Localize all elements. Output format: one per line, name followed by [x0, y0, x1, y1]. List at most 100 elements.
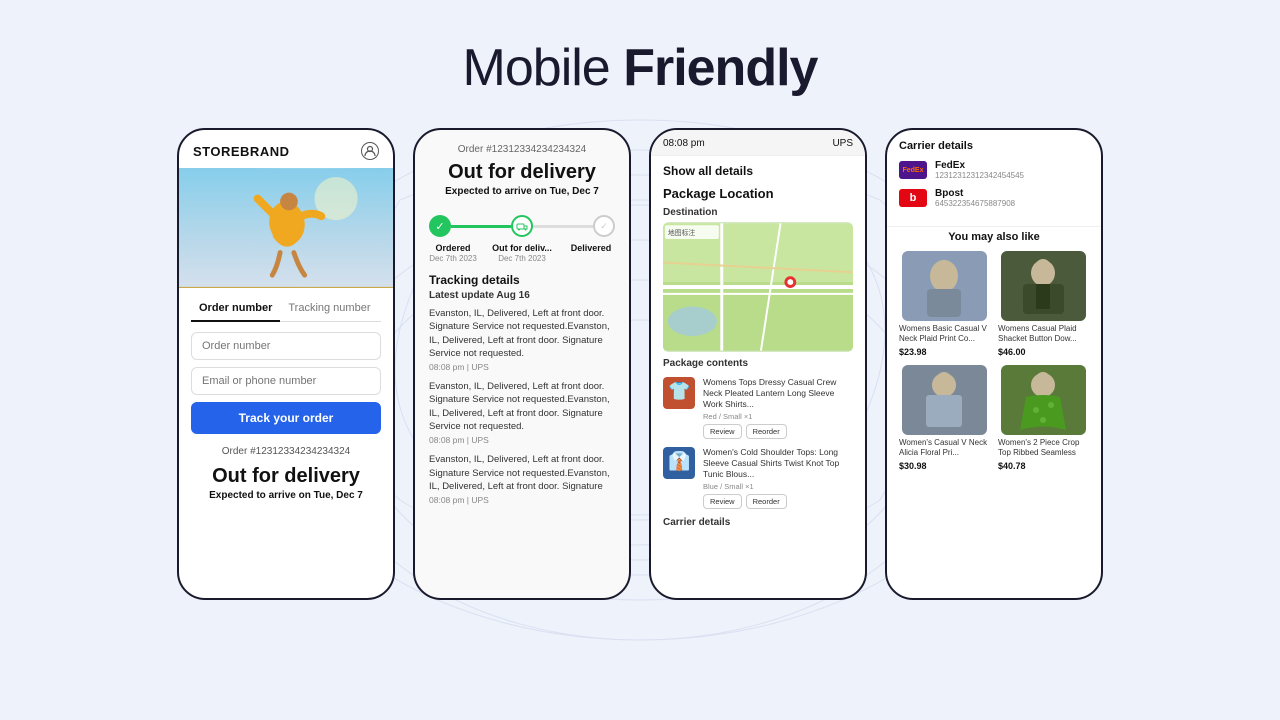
step-line-2: [533, 225, 593, 228]
you-may-like-heading: You may also like: [887, 226, 1101, 251]
out-delivery-title: Out for delivery: [429, 161, 615, 184]
item-1-name: Womens Tops Dressy Casual Crew Neck Plea…: [703, 377, 853, 410]
tab-tracking-number[interactable]: Tracking number: [280, 298, 378, 321]
track-order-button[interactable]: Track your order: [191, 402, 381, 434]
carrier-details-label: Carrier details: [651, 513, 865, 530]
progress-track: ✓ ✓: [415, 203, 629, 241]
tracking-title: Tracking details: [429, 273, 615, 287]
product-card-4: Women's 2 Piece Crop Top Ribbed Seamless…: [998, 365, 1089, 471]
topbar-time: 08:08 pm: [663, 138, 705, 149]
event-text-2: Evanston, IL, Delivered, Left at front d…: [429, 380, 615, 433]
product-3-price: $30.98: [899, 461, 990, 471]
product-1-image: [899, 251, 990, 321]
tracking-section: Tracking details Latest update Aug 16 Ev…: [415, 263, 629, 523]
phone-2: Order #12312334234234324 Out for deliver…: [413, 128, 631, 600]
package-location-title: Package Location: [651, 182, 865, 205]
package-item-2: 👔 Women's Cold Shoulder Tops: Long Sleev…: [651, 443, 865, 513]
order-number-display: Order #12312334234234324: [191, 446, 381, 457]
bpost-name: Bpost: [935, 188, 1089, 199]
product-3-image: [899, 365, 990, 435]
order-number-input[interactable]: [191, 332, 381, 360]
fedex-tracking: 12312312312342454545: [935, 171, 1089, 180]
event-text-3: Evanston, IL, Delivered, Left at front d…: [429, 453, 615, 493]
product-card-2: Womens Casual Plaid Shacket Button Dow..…: [998, 251, 1089, 357]
step-label-ordered: Ordered Dec 7th 2023: [423, 243, 483, 263]
delivery-eta: Expected to arrive on Tue, Dec 7: [191, 490, 381, 501]
item-1-image: 👕: [663, 377, 695, 409]
event-meta-3: 08:08 pm | UPS: [429, 495, 615, 505]
phone-3-topbar: 08:08 pm UPS: [651, 130, 865, 156]
event-meta-2: 08:08 pm | UPS: [429, 435, 615, 445]
product-1-name: Womens Basic Casual V Neck Plaid Print C…: [899, 324, 990, 345]
carrier-row-fedex: FedEx FedEx 12312312312342454545: [899, 160, 1089, 180]
step-label-out: Out for deliv... Dec 7th 2023: [492, 243, 552, 263]
package-contents-title: Package contents: [651, 352, 865, 373]
step-delivered: ✓: [593, 215, 615, 237]
product-4-name: Women's 2 Piece Crop Top Ribbed Seamless: [998, 438, 1089, 459]
phone-2-header: Order #12312334234234324 Out for deliver…: [415, 130, 629, 203]
item-1-actions: Review Reorder: [703, 424, 853, 439]
product-4-price: $40.78: [998, 461, 1089, 471]
latest-update: Latest update Aug 16: [429, 290, 615, 301]
product-4-image: [998, 365, 1089, 435]
item-2-actions: Review Reorder: [703, 494, 853, 509]
tracking-event-3: Evanston, IL, Delivered, Left at front d…: [429, 453, 615, 505]
store-brand: STOREBRAND: [193, 144, 290, 159]
map-placeholder: 地图标注: [663, 222, 853, 352]
tracking-event-2: Evanston, IL, Delivered, Left at front d…: [429, 380, 615, 445]
title-normal: Mobile: [463, 39, 624, 97]
item-2-variant: Blue / Small ×1: [703, 482, 853, 491]
topbar-carrier: UPS: [832, 138, 853, 149]
step-line-1: [451, 225, 511, 228]
page-title: Mobile Friendly: [463, 38, 818, 98]
item-2-review-btn[interactable]: Review: [703, 494, 742, 509]
phones-container: STOREBRAND: [147, 128, 1133, 600]
product-3-name: Women's Casual V Neck Alicia Floral Pri.…: [899, 438, 990, 459]
email-phone-input[interactable]: [191, 367, 381, 395]
step-labels: Ordered Dec 7th 2023 Out for deliv... De…: [415, 241, 629, 263]
tab-row: Order number Tracking number: [191, 298, 381, 322]
svg-text:地图标注: 地图标注: [668, 228, 696, 237]
item-2-image: 👔: [663, 447, 695, 479]
show-all-details[interactable]: Show all details: [651, 156, 865, 182]
carrier-row-bpost: b Bpost 645322354675887908: [899, 188, 1089, 208]
bpost-info: Bpost 645322354675887908: [935, 188, 1089, 208]
phone-4: Carrier details FedEx FedEx 123123123123…: [885, 128, 1103, 600]
user-icon[interactable]: [361, 142, 379, 160]
product-card-1: Womens Basic Casual V Neck Plaid Print C…: [899, 251, 990, 357]
item-2-reorder-btn[interactable]: Reorder: [746, 494, 787, 509]
svg-text:👔: 👔: [668, 450, 690, 471]
item-1-review-btn[interactable]: Review: [703, 424, 742, 439]
phone-1-body: Order number Tracking number Track your …: [179, 288, 393, 511]
expected-arrive: Expected to arrive on Tue, Dec 7: [429, 186, 615, 197]
phone-3: 08:08 pm UPS Show all details Package Lo…: [649, 128, 867, 600]
title-bold: Friendly: [623, 39, 817, 97]
carrier-section: Carrier details FedEx FedEx 123123123123…: [887, 130, 1101, 226]
step-label-delivered: Delivered: [561, 243, 621, 263]
bpost-tracking: 645322354675887908: [935, 199, 1089, 208]
phone-1-header: STOREBRAND: [179, 130, 393, 168]
item-1-variant: Red / Small ×1: [703, 412, 853, 421]
tracking-event-1: Evanston, IL, Delivered, Left at front d…: [429, 307, 615, 372]
product-1-price: $23.98: [899, 347, 990, 357]
fedex-info: FedEx 12312312312342454545: [935, 160, 1089, 180]
delivery-status: Out for delivery: [191, 465, 381, 488]
package-item-1: 👕 Womens Tops Dressy Casual Crew Neck Pl…: [651, 373, 865, 443]
destination-label: Destination: [651, 205, 865, 222]
product-card-3: Women's Casual V Neck Alicia Floral Pri.…: [899, 365, 990, 471]
hero-image: [179, 168, 393, 288]
event-meta-1: 08:08 pm | UPS: [429, 362, 615, 372]
item-2-name: Women's Cold Shoulder Tops: Long Sleeve …: [703, 447, 853, 480]
tab-order-number[interactable]: Order number: [191, 298, 280, 322]
carrier-section-title: Carrier details: [899, 140, 1089, 152]
item-1-reorder-btn[interactable]: Reorder: [746, 424, 787, 439]
bpost-logo: b: [899, 189, 927, 207]
step-ordered: ✓: [429, 215, 451, 237]
svg-text:👕: 👕: [668, 381, 690, 401]
item-1-info: Womens Tops Dressy Casual Crew Neck Plea…: [703, 377, 853, 439]
product-2-name: Womens Casual Plaid Shacket Button Dow..…: [998, 324, 1089, 345]
item-2-info: Women's Cold Shoulder Tops: Long Sleeve …: [703, 447, 853, 509]
phone-1: STOREBRAND: [177, 128, 395, 600]
fedex-name: FedEx: [935, 160, 1089, 171]
product-2-price: $46.00: [998, 347, 1089, 357]
